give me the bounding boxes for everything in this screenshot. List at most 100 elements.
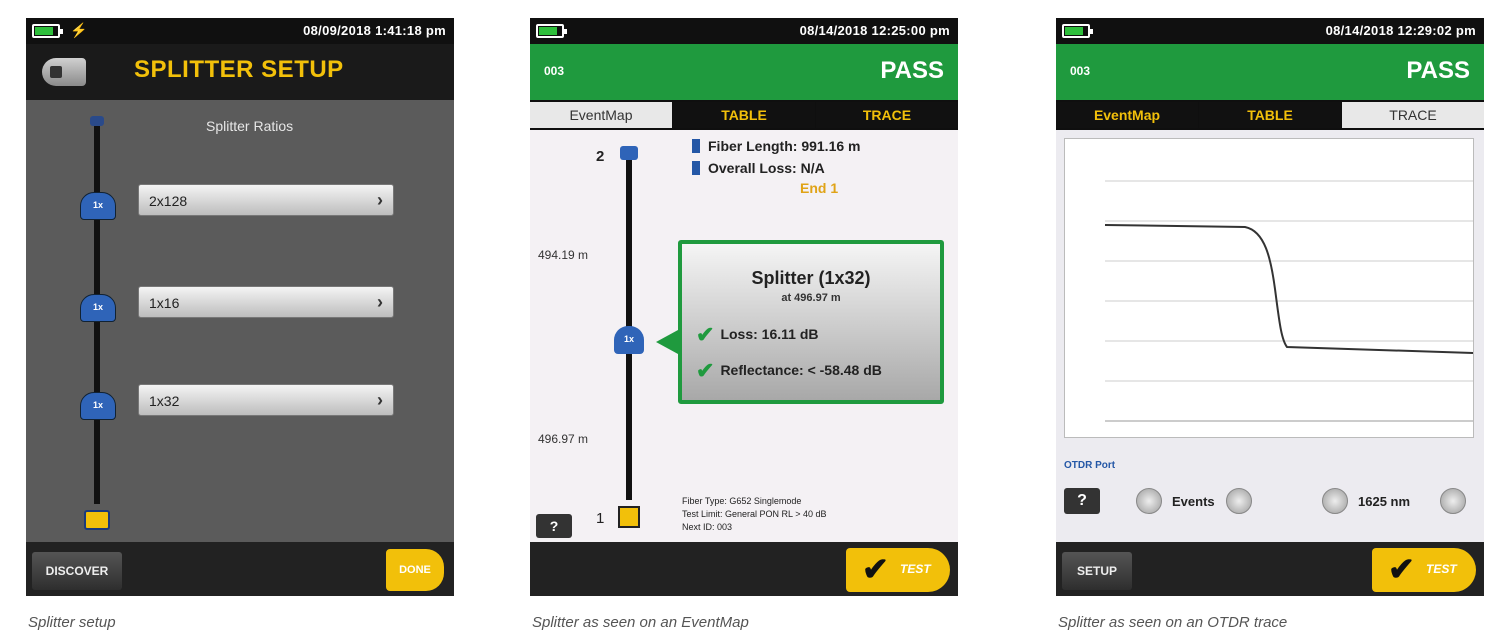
splitter-ratio-panel: Splitter Ratios 1x 1x 1x 2x128 › 1x16 › … [26,100,454,542]
reflectance-text: Reflectance: < -58.48 dB [720,362,882,378]
help-button[interactable]: ? [1064,488,1100,514]
splitter-node-icon: 1x [80,192,116,220]
caption-setup: Splitter setup [28,614,116,631]
fiber-length-text: Fiber Length: 991.16 m [708,138,861,154]
loss-line: ✔ Loss: 16.11 dB [696,322,818,348]
loss-text: Loss: 16.11 dB [720,326,819,342]
result-bar: 003 PASS [530,44,958,100]
distance-label: 496.97 m [538,432,589,446]
datetime: 08/09/2018 1:41:18 pm [303,23,446,38]
end-label: End 1 [800,180,839,196]
tab-trace[interactable]: TRACE [1342,102,1484,128]
battery-icon [536,24,567,38]
datetime: 08/14/2018 12:29:02 pm [1325,23,1476,38]
back-icon[interactable] [42,58,86,86]
events-next-button[interactable] [1226,488,1252,514]
check-icon: ✔ [696,358,715,383]
help-button[interactable]: ? [536,514,572,538]
test-limit: Test Limit: General PON RL > 40 dB [682,509,827,519]
ratios-label: Splitter Ratios [206,118,294,134]
callout-title: Splitter (1x32) [751,268,871,288]
info-icon[interactable] [692,161,700,175]
status-bar: 08/14/2018 12:25:00 pm [530,18,958,44]
plug-icon: ⚡ [70,22,88,38]
fiber-length: Fiber Length: 991.16 m [692,138,860,154]
events-prev-button[interactable] [1136,488,1162,514]
tab-bar: EventMap TABLE TRACE [530,100,958,130]
reflectance-line: ✔ Reflectance: < -58.48 dB [696,358,882,384]
info-icon[interactable] [692,139,700,153]
otdr-trace-plot[interactable] [1064,138,1474,438]
done-button[interactable]: DONE [386,549,444,591]
fiber-id: 003 [544,64,565,78]
test-button[interactable]: ✔ TEST [1372,548,1476,592]
tab-eventmap[interactable]: EventMap [530,102,672,128]
fiber-type: Fiber Type: G652 Singlemode [682,496,802,506]
trace-line [1104,224,1474,354]
discover-button[interactable]: DISCOVER [32,552,122,590]
connector-icon[interactable] [620,146,638,160]
splitter-icon[interactable]: 1x [614,326,644,354]
tab-bar: EventMap TABLE TRACE [1056,100,1484,130]
splitter-node-icon: 1x [80,392,116,420]
test-button[interactable]: ✔ TEST [846,548,950,592]
ratio-button-1x16[interactable]: 1x16 › [138,286,394,318]
start-connector-icon [90,116,104,126]
test-label: TEST [1426,562,1457,576]
eventmap-body: Fiber Length: 991.16 m Overall Loss: N/A… [530,130,958,542]
ratio-label: 2x128 [149,193,188,209]
events-label: Events [1172,494,1215,509]
caption-eventmap: Splitter as seen on an EventMap [532,614,749,631]
trace-svg [1104,180,1474,422]
tab-eventmap[interactable]: EventMap [1056,102,1198,128]
tab-trace[interactable]: TRACE [816,102,958,128]
wavelength-prev-button[interactable] [1322,488,1348,514]
status-bar: 08/14/2018 12:29:02 pm [1056,18,1484,44]
check-icon: ✔ [862,551,889,587]
end-number-bottom: 1 [596,510,605,527]
overall-loss: Overall Loss: N/A [692,160,825,176]
callout-subtitle: at 496.97 m [781,292,841,304]
wavelength-next-button[interactable] [1440,488,1466,514]
chevron-right-icon: › [377,390,383,410]
end-connector-icon [84,510,110,530]
chevron-right-icon: › [377,292,383,312]
check-icon: ✔ [1388,551,1415,587]
end-connector-icon[interactable] [618,506,640,528]
setup-button[interactable]: SETUP [1062,552,1132,590]
splitter-setup-screen: ⚡ 08/09/2018 1:41:18 pm SPLITTER SETUP S… [26,18,454,596]
page-title: SPLITTER SETUP [134,56,344,83]
tab-table[interactable]: TABLE [673,102,815,128]
caption-trace: Splitter as seen on an OTDR trace [1058,614,1288,631]
ratio-label: 1x16 [149,295,180,311]
next-id: Next ID: 003 [682,522,733,532]
splitter-node-icon: 1x [80,294,116,322]
eventmap-screen: 08/14/2018 12:25:00 pm 003 PASS EventMap… [530,18,958,596]
tab-table[interactable]: TABLE [1199,102,1341,128]
datetime: 08/14/2018 12:25:00 pm [799,23,950,38]
pass-status: PASS [1406,57,1470,84]
overall-loss-text: Overall Loss: N/A [708,160,825,176]
title-bar: SPLITTER SETUP [26,44,454,100]
bottom-bar: DISCOVER DONE [26,542,454,596]
bottom-bar: ✔ TEST [530,542,958,596]
status-bar: ⚡ 08/09/2018 1:41:18 pm [26,18,454,44]
check-icon: ✔ [696,322,715,347]
chevron-right-icon: › [377,190,383,210]
battery-icon [1062,24,1093,38]
end-number-top: 2 [596,148,605,165]
pass-status: PASS [880,57,944,84]
ratio-button-1x32[interactable]: 1x32 › [138,384,394,416]
result-bar: 003 PASS [1056,44,1484,100]
trace-body: OTDR Port ? Events 1625 nm [1056,130,1484,542]
splitter-callout[interactable]: Splitter (1x32) at 496.97 m ✔ Loss: 16.11… [678,240,944,404]
ratio-button-2x128[interactable]: 2x128 › [138,184,394,216]
battery-icon [32,24,63,38]
fiber-id: 003 [1070,64,1091,78]
trace-screen: 08/14/2018 12:29:02 pm 003 PASS EventMap… [1056,18,1484,596]
otdr-port-label: OTDR Port [1064,460,1116,471]
wavelength-label: 1625 nm [1358,494,1411,509]
ratio-label: 1x32 [149,393,180,409]
callout-pointer [656,330,678,354]
test-label: TEST [900,562,931,576]
